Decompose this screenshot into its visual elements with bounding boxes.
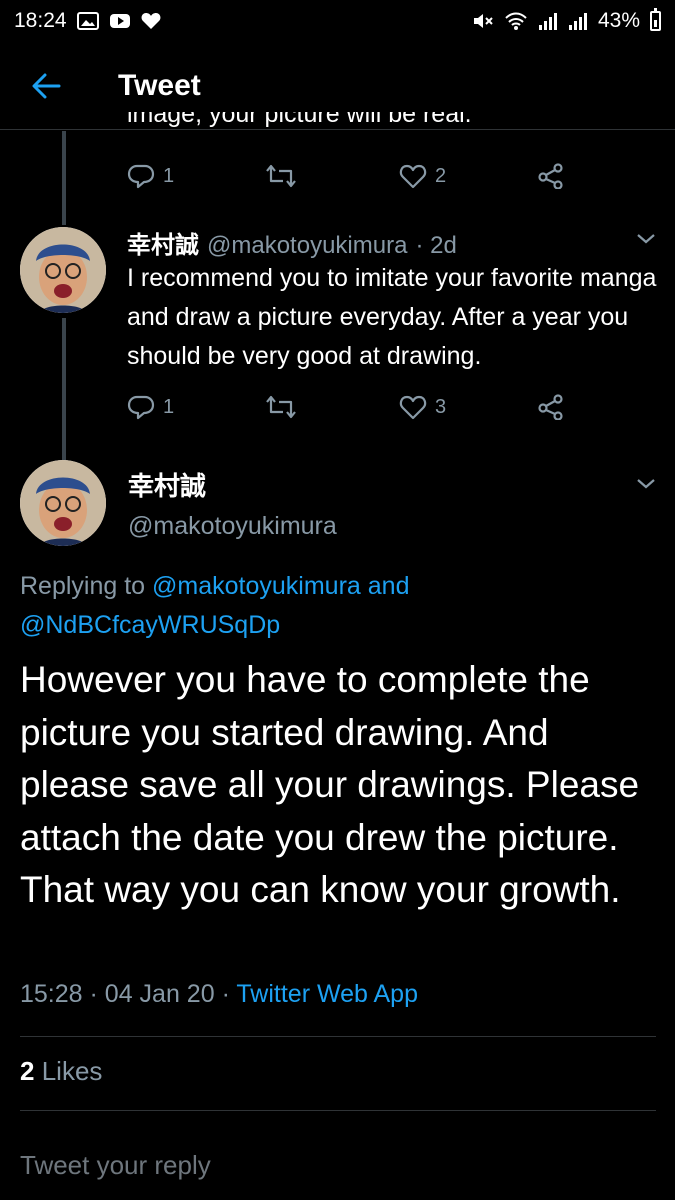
mention-link[interactable]: @NdBCfcayWRUSqDp xyxy=(20,611,280,639)
likes-count: 2 xyxy=(20,1056,35,1086)
battery-icon xyxy=(650,8,661,31)
divider xyxy=(20,1110,656,1111)
replying-prefix: Replying to xyxy=(20,572,146,600)
retweet-button[interactable] xyxy=(265,163,297,189)
reply-input[interactable]: Tweet your reply xyxy=(20,1140,656,1190)
avatar-image xyxy=(20,460,106,546)
share-icon xyxy=(538,394,563,420)
wifi-icon xyxy=(504,11,528,31)
reply-icon xyxy=(127,395,155,420)
author-handle[interactable]: @makotoyukimura xyxy=(128,512,337,541)
divider xyxy=(20,1036,656,1037)
mute-icon xyxy=(472,11,494,31)
reply-tweet-actions: 1 3 xyxy=(127,391,587,423)
tweet-source-link[interactable]: Twitter Web App xyxy=(236,980,418,1008)
back-button[interactable] xyxy=(16,56,76,116)
tweet-timestamp: 15:28 · 04 Jan 20 · Twitter Web App xyxy=(20,980,418,1009)
chevron-down-icon xyxy=(637,234,655,244)
separator: · xyxy=(89,980,98,1008)
chevron-down-icon xyxy=(637,479,655,489)
reply-button[interactable]: 1 xyxy=(127,163,174,189)
signal-icon xyxy=(538,11,558,31)
likes-label: Likes xyxy=(41,1056,103,1086)
retweet-icon xyxy=(266,395,296,419)
share-button[interactable] xyxy=(537,163,565,189)
replying-to: Replying to @makotoyukimura and @NdBCfca… xyxy=(20,567,640,645)
author-name[interactable]: 幸村誠 xyxy=(128,466,206,503)
avatar[interactable] xyxy=(20,460,106,546)
separator: · xyxy=(221,980,230,1008)
previous-tweet-actions: 1 2 xyxy=(127,160,587,192)
heart-icon xyxy=(399,164,427,189)
tweet-time: 15:28 xyxy=(20,980,83,1008)
status-time: 18:24 xyxy=(14,9,67,32)
reply-tweet-header: 幸村誠 @makotoyukimura · 2d xyxy=(127,225,457,260)
reply-count: 1 xyxy=(163,164,175,187)
author-name[interactable]: 幸村誠 xyxy=(127,225,199,260)
heart-icon xyxy=(399,395,427,420)
share-icon xyxy=(538,163,563,189)
mention-link[interactable]: @makotoyukimura xyxy=(152,572,361,600)
status-bar: 18:24 43% xyxy=(0,0,675,42)
like-count: 2 xyxy=(435,164,447,187)
retweet-icon xyxy=(266,164,296,188)
main-tweet-text: However you have to complete the picture… xyxy=(20,659,640,910)
tweet-menu-button[interactable] xyxy=(635,477,657,496)
avatar-image xyxy=(20,227,106,313)
page-title: Tweet xyxy=(118,68,201,102)
like-button[interactable]: 2 xyxy=(399,163,446,189)
thread-line xyxy=(62,318,66,460)
like-count: 3 xyxy=(435,395,447,418)
like-button[interactable]: 3 xyxy=(399,394,446,420)
author-handle[interactable]: @makotoyukimura xyxy=(207,232,407,260)
previous-tweet-text: image, your picture will be real. xyxy=(127,112,472,128)
arrow-left-icon xyxy=(32,73,61,98)
reply-count: 1 xyxy=(163,395,175,418)
thread-line xyxy=(62,131,66,225)
replying-and[interactable]: and xyxy=(368,572,410,600)
heart-icon xyxy=(141,12,161,30)
reply-button[interactable]: 1 xyxy=(127,394,174,420)
reply-icon xyxy=(127,164,155,189)
tweet-date: 04 Jan 20 xyxy=(104,980,215,1008)
likes-summary[interactable]: 2 Likes xyxy=(20,1056,102,1087)
signal-icon xyxy=(568,11,588,31)
retweet-button[interactable] xyxy=(265,394,297,420)
avatar[interactable] xyxy=(20,227,106,313)
share-button[interactable] xyxy=(537,394,565,420)
tweet-menu-button[interactable] xyxy=(635,232,657,251)
youtube-icon xyxy=(109,12,131,30)
battery-percent: 43% xyxy=(597,9,640,32)
tweet-time: · 2d xyxy=(415,232,457,259)
reply-tweet-text: I recommend you to imitate your favorite… xyxy=(127,264,657,370)
gallery-icon xyxy=(76,12,99,30)
